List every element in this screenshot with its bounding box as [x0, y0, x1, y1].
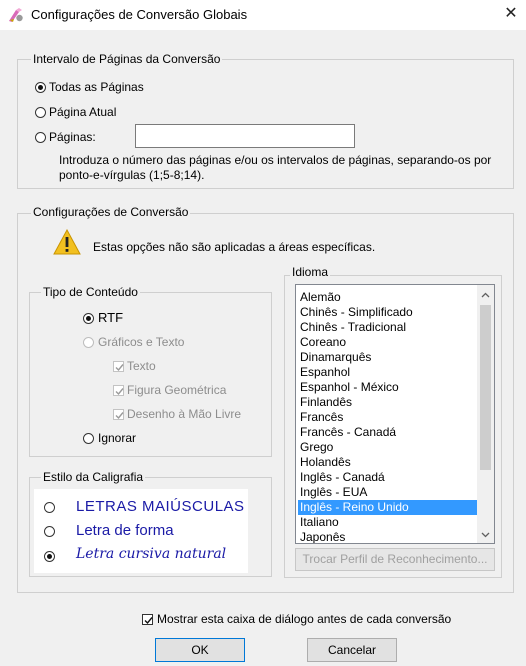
- list-item[interactable]: Alemão: [298, 290, 478, 305]
- list-item[interactable]: Coreano: [298, 335, 478, 350]
- list-item[interactable]: Inglês - Canadá: [298, 470, 478, 485]
- radio-pages-label: Páginas:: [49, 130, 96, 144]
- scrollbar-thumb[interactable]: [480, 305, 491, 470]
- cancel-button[interactable]: Cancelar: [307, 638, 397, 662]
- radio-rtf[interactable]: [83, 313, 94, 324]
- list-item-selected[interactable]: Inglês - Reino Unido: [298, 500, 478, 515]
- change-profile-button-label: Trocar Perfil de Reconhecimento...: [302, 552, 488, 566]
- window-title: Configurações de Conversão Globais: [31, 7, 248, 22]
- radio-rtf-label: RTF: [98, 310, 124, 325]
- radio-print-label: Letra de forma: [76, 522, 174, 539]
- radio-graphics-text-label: Gráficos e Texto: [98, 335, 185, 349]
- warning-icon: [53, 229, 81, 255]
- handwriting-sample-panel: LETRAS MAIÚSCULAS Letra de forma Letra c…: [34, 489, 248, 573]
- list-item[interactable]: Finlandês: [298, 395, 478, 410]
- title-bar: Configurações de Conversão Globais ✕: [0, 0, 526, 30]
- list-item[interactable]: Italiano: [298, 515, 478, 530]
- language-scrollbar[interactable]: [477, 285, 494, 543]
- list-item[interactable]: Espanhol - México: [298, 380, 478, 395]
- checkbox-text-label: Texto: [127, 359, 156, 373]
- radio-print[interactable]: [44, 526, 55, 537]
- page-range-hint: Introduza o número das páginas e/ou os i…: [59, 153, 492, 182]
- radio-uppercase[interactable]: [44, 502, 55, 513]
- scroll-up-icon[interactable]: [477, 287, 494, 304]
- checkbox-show-dialog-label: Mostrar esta caixa de diálogo antes de c…: [157, 612, 452, 626]
- radio-uppercase-label: LETRAS MAIÚSCULAS: [76, 498, 245, 515]
- language-listbox[interactable]: Alemão Chinês - Simplificado Chinês - Tr…: [295, 284, 495, 544]
- list-item[interactable]: Francês: [298, 410, 478, 425]
- content-type-label: Tipo de Conteúdo: [41, 285, 140, 299]
- cancel-button-label: Cancelar: [327, 643, 377, 657]
- checkbox-geometric-label: Figura Geométrica: [127, 383, 227, 397]
- checkbox-show-dialog[interactable]: [142, 614, 153, 625]
- list-item[interactable]: Chinês - Simplificado: [298, 305, 478, 320]
- list-item[interactable]: Dinamarquês: [298, 350, 478, 365]
- warning-text: Estas opções não são aplicadas a áreas e…: [93, 240, 376, 254]
- radio-ignore[interactable]: [83, 433, 94, 444]
- language-label: Idioma: [290, 265, 331, 279]
- checkbox-freehand[interactable]: [113, 409, 124, 420]
- list-item[interactable]: Japonês: [298, 530, 478, 543]
- change-profile-button[interactable]: Trocar Perfil de Reconhecimento...: [295, 548, 495, 571]
- radio-all-pages[interactable]: [35, 82, 46, 93]
- radio-ignore-label: Ignorar: [98, 431, 137, 445]
- handwriting-label: Estilo da Caligrafia: [41, 470, 146, 484]
- list-item[interactable]: Holandês: [298, 455, 478, 470]
- scroll-down-icon[interactable]: [477, 526, 494, 543]
- radio-graphics-text[interactable]: [83, 337, 94, 348]
- radio-all-pages-label: Todas as Páginas: [49, 80, 144, 94]
- list-item[interactable]: Chinês - Tradicional: [298, 320, 478, 335]
- list-item[interactable]: Espanhol: [298, 365, 478, 380]
- app-icon: [9, 8, 23, 22]
- radio-cursive-label: Letra cursiva natural: [76, 546, 227, 562]
- close-button[interactable]: ✕: [500, 3, 522, 25]
- radio-cursive[interactable]: [44, 551, 55, 562]
- ok-button[interactable]: OK: [155, 638, 245, 662]
- list-item[interactable]: Grego: [298, 440, 478, 455]
- content-type-group: [29, 292, 272, 457]
- list-item[interactable]: Francês - Canadá: [298, 425, 478, 440]
- ok-button-label: OK: [191, 643, 209, 657]
- checkbox-geometric[interactable]: [113, 385, 124, 396]
- checkbox-freehand-label: Desenho à Mão Livre: [127, 407, 242, 421]
- pages-input[interactable]: [135, 124, 355, 148]
- conversion-label: Configurações de Conversão: [31, 205, 191, 219]
- radio-pages[interactable]: [35, 132, 46, 143]
- checkbox-text[interactable]: [113, 361, 124, 372]
- list-item[interactable]: Inglês - EUA: [298, 485, 478, 500]
- radio-current-page[interactable]: [35, 107, 46, 118]
- page-range-label: Intervalo de Páginas da Conversão: [31, 52, 223, 66]
- radio-current-page-label: Página Atual: [49, 105, 117, 119]
